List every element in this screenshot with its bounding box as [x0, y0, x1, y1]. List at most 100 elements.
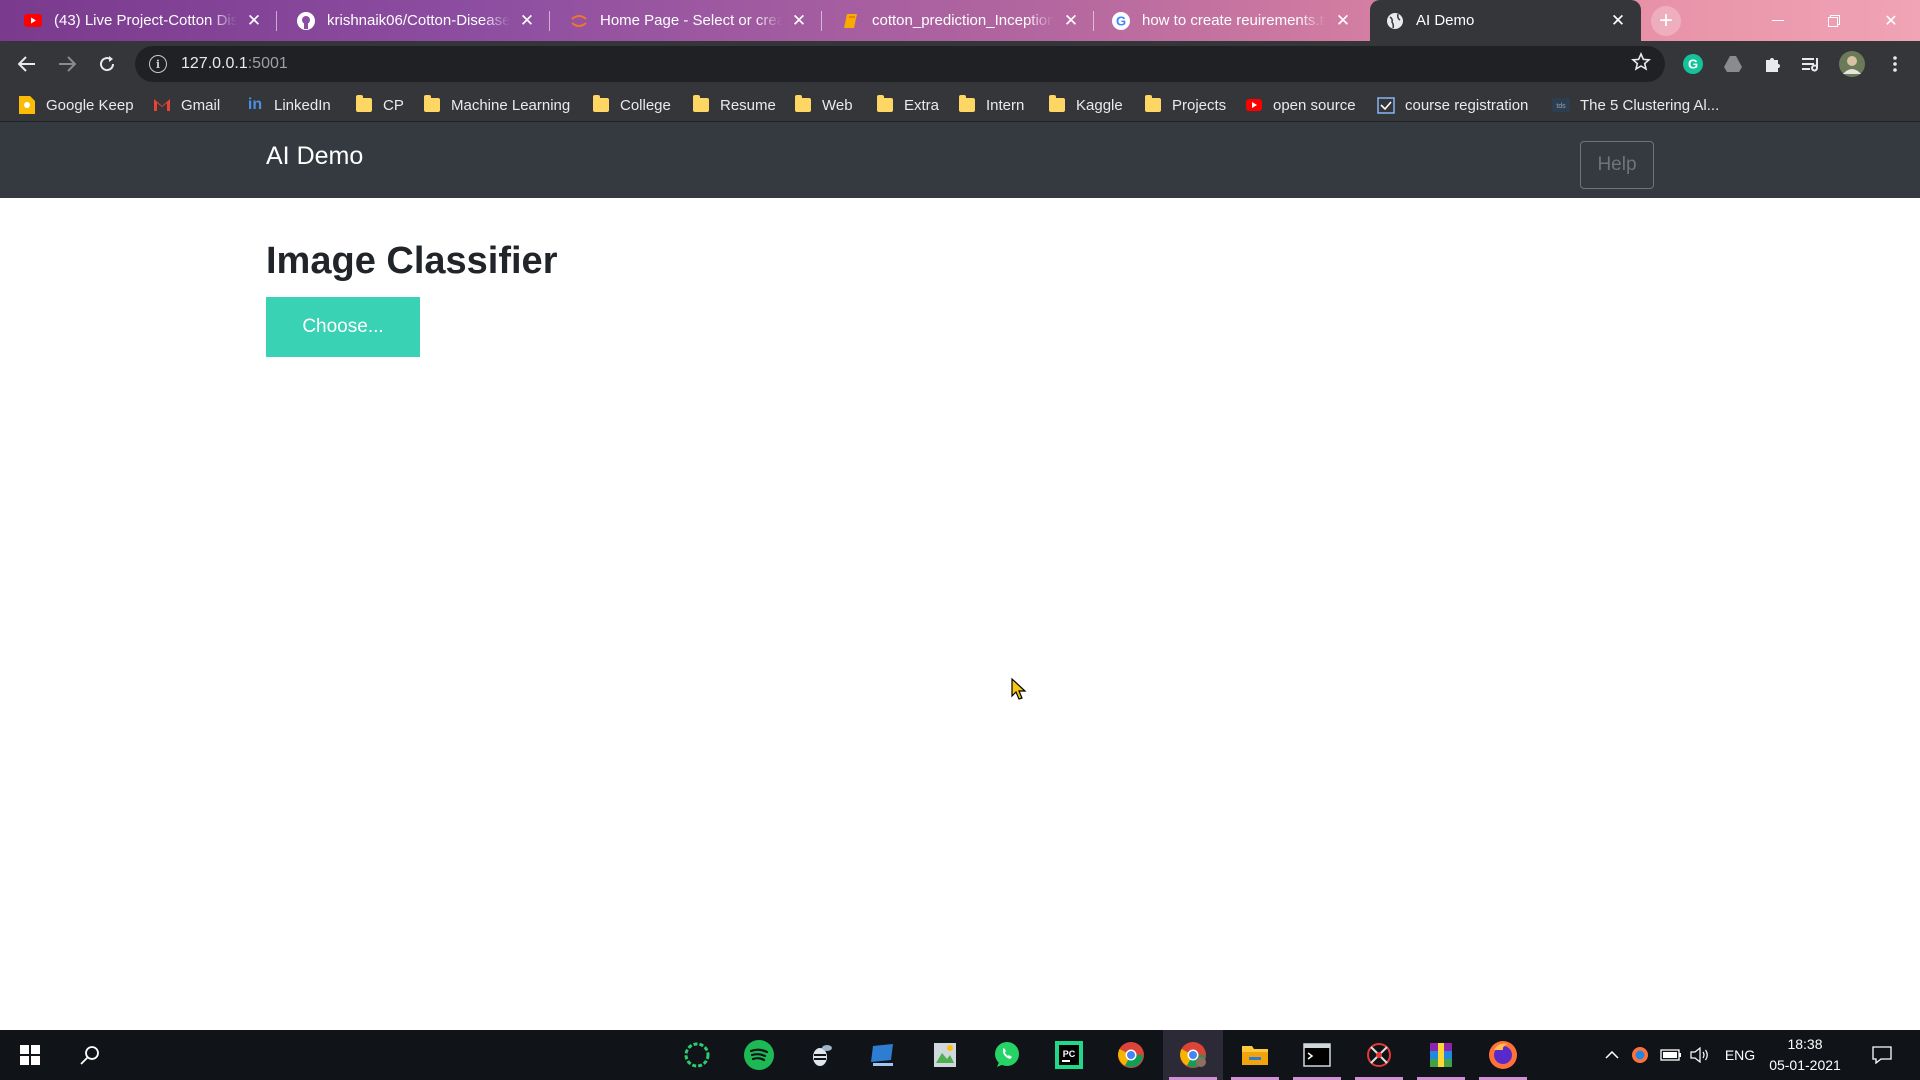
tab-github[interactable]: krishnaik06/Cotton-Disease-P ✕	[277, 0, 550, 41]
minimize-button[interactable]	[1755, 0, 1801, 41]
google-drive-icon[interactable]	[1718, 49, 1748, 79]
bookmark-google-keep[interactable]: Google Keep	[18, 93, 134, 117]
system-clock[interactable]: 18:38 05-01-2021	[1762, 1034, 1848, 1076]
bookmark-label: Machine Learning	[451, 96, 571, 114]
folder-icon	[355, 95, 373, 114]
pycharm-icon[interactable]: PC	[1039, 1030, 1099, 1080]
snipping-tool-icon[interactable]	[1349, 1030, 1409, 1080]
extensions-puzzle-icon[interactable]	[1758, 49, 1788, 79]
start-button[interactable]	[0, 1030, 60, 1080]
bookmark-label: College	[620, 96, 671, 114]
back-arrow-icon[interactable]	[12, 49, 42, 79]
folder-icon	[423, 95, 441, 114]
page-title: Image Classifier	[266, 240, 558, 282]
bookmark-label: Extra	[904, 96, 940, 114]
spotify-icon[interactable]	[729, 1030, 789, 1080]
bookmark-label: CP	[383, 96, 404, 114]
google-keep-icon	[18, 96, 36, 114]
bookmark-gmail[interactable]: Gmail	[153, 93, 220, 117]
volume-icon[interactable]	[1688, 1030, 1712, 1080]
bookmark-folder-extra[interactable]: Extra	[876, 93, 939, 117]
bookmark-clustering-article[interactable]: tds The 5 Clustering Al...	[1552, 93, 1719, 117]
close-icon[interactable]: ✕	[1062, 11, 1080, 30]
bookmark-linkedin[interactable]: in LinkedIn	[246, 93, 331, 117]
bookmarks-bar: Google Keep Gmail in LinkedIn CP Machine…	[0, 87, 1920, 122]
file-explorer-icon[interactable]	[1225, 1030, 1285, 1080]
photo-editor-icon[interactable]	[915, 1030, 975, 1080]
bookmark-folder-projects[interactable]: Projects	[1144, 93, 1226, 117]
choose-file-button[interactable]: Choose...	[266, 297, 420, 357]
bookmark-folder-intern[interactable]: Intern	[958, 93, 1024, 117]
google-icon: G	[1112, 11, 1130, 30]
svg-text:tds: tds	[1556, 103, 1566, 110]
tab-jupyter[interactable]: Home Page - Select or create ✕	[550, 0, 822, 41]
tab-google-search[interactable]: G how to create reuirements.tx ✕	[1094, 0, 1366, 41]
bookmark-folder-cp[interactable]: CP	[355, 93, 404, 117]
whatsapp-icon[interactable]	[977, 1030, 1037, 1080]
folder-icon	[1144, 95, 1162, 114]
svg-text:PC: PC	[1063, 1049, 1076, 1059]
close-icon[interactable]: ✕	[1609, 11, 1627, 30]
tab-title: how to create reuirements.tx	[1142, 12, 1326, 29]
browser-toolbar: i 127.0.0.1:5001 G	[0, 41, 1920, 87]
bookmark-folder-kaggle[interactable]: Kaggle	[1048, 93, 1123, 117]
url-host: 127.0.0.1	[181, 55, 248, 72]
close-icon[interactable]: ✕	[245, 11, 263, 30]
address-bar[interactable]: i 127.0.0.1:5001	[135, 46, 1665, 82]
bookmark-label: Gmail	[181, 96, 221, 114]
help-button[interactable]: Help	[1580, 141, 1654, 189]
calendar-icon	[1377, 96, 1395, 114]
bookmark-star-icon[interactable]	[1631, 52, 1651, 77]
tab-colab-notebook[interactable]: cotton_prediction_InceptionV ✕	[822, 0, 1094, 41]
profile-avatar[interactable]	[1837, 49, 1867, 79]
bookmark-label: Intern	[986, 96, 1025, 114]
forward-arrow-icon[interactable]	[52, 49, 82, 79]
bookmark-folder-web[interactable]: Web	[794, 93, 853, 117]
bookmark-folder-college[interactable]: College	[592, 93, 671, 117]
tab-ai-demo[interactable]: AI Demo ✕	[1370, 0, 1641, 41]
chrome-profile-active-icon[interactable]	[1163, 1030, 1223, 1080]
folder-icon	[794, 95, 812, 114]
bee-app-icon[interactable]	[791, 1030, 851, 1080]
terminal-icon[interactable]	[1287, 1030, 1347, 1080]
firefox-icon[interactable]	[1473, 1030, 1533, 1080]
navbar-brand[interactable]: AI Demo	[266, 142, 363, 171]
restore-button[interactable]	[1811, 0, 1857, 41]
bookmark-label: LinkedIn	[274, 96, 331, 114]
clock-time: 18:38	[1787, 1036, 1823, 1052]
tab-title: Home Page - Select or create	[600, 12, 782, 29]
chrome-icon[interactable]	[1101, 1030, 1161, 1080]
bookmark-course-registration[interactable]: course registration	[1377, 93, 1528, 117]
reload-icon[interactable]	[92, 49, 122, 79]
close-icon[interactable]: ✕	[1334, 11, 1352, 30]
window-close-button[interactable]: ✕	[1868, 0, 1914, 41]
grammarly-icon[interactable]: G	[1678, 49, 1708, 79]
globe-icon	[1386, 12, 1404, 30]
mouse-cursor-icon	[1011, 677, 1027, 702]
bookmark-label: course registration	[1405, 96, 1529, 114]
notifications-icon[interactable]	[1864, 1030, 1900, 1080]
bookmark-folder-machine-learning[interactable]: Machine Learning	[423, 93, 570, 117]
tab-youtube-cotton[interactable]: (43) Live Project-Cotton Dise ✕	[0, 0, 277, 41]
bookmark-label: Projects	[1172, 96, 1227, 114]
close-icon[interactable]: ✕	[790, 11, 808, 30]
chrome-menu-icon[interactable]	[1880, 49, 1910, 79]
site-info-icon[interactable]: i	[149, 55, 167, 73]
close-icon[interactable]: ✕	[518, 11, 536, 30]
remote-desktop-icon[interactable]	[853, 1030, 913, 1080]
new-tab-button[interactable]: +	[1651, 6, 1681, 36]
firefox-tray-icon[interactable]	[1628, 1030, 1652, 1080]
tds-icon: tds	[1552, 96, 1570, 114]
media-queue-icon[interactable]	[1797, 49, 1827, 79]
bookmark-label: Resume	[720, 96, 776, 114]
tab-title: (43) Live Project-Cotton Dise	[54, 12, 237, 29]
winrar-icon[interactable]	[1411, 1030, 1471, 1080]
bookmark-open-source[interactable]: open source	[1245, 93, 1356, 117]
battery-icon[interactable]	[1658, 1030, 1684, 1080]
bookmark-folder-resume[interactable]: Resume	[692, 93, 776, 117]
search-icon[interactable]	[60, 1030, 120, 1080]
cortana-ring-icon[interactable]	[667, 1030, 727, 1080]
url-port: :5001	[247, 55, 288, 72]
input-language-indicator[interactable]: ENG	[1720, 1030, 1760, 1080]
show-hidden-icons-chevron-icon[interactable]	[1600, 1030, 1624, 1080]
